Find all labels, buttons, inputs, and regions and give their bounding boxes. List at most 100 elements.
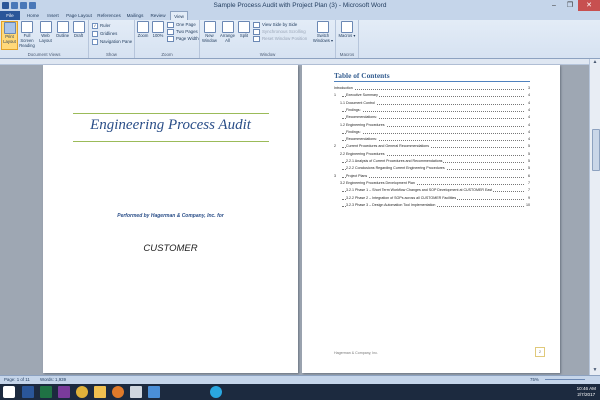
toc-entry[interactable]: Introduction 3 — [302, 85, 560, 91]
toc-heading: Table of Contents — [334, 71, 390, 80]
toc-heading-rule — [334, 81, 530, 82]
zoom-button[interactable]: Zoom — [136, 21, 150, 48]
one-page-button[interactable]: One Page — [167, 22, 196, 28]
draft-button[interactable]: Draft — [71, 21, 86, 48]
tab-references[interactable]: References — [96, 11, 122, 20]
show-group: ✓ Ruler Gridlines Navigation Pane Show — [89, 20, 135, 58]
toc-entry-page: 5 — [524, 158, 530, 164]
two-pages-button[interactable]: Two Pages — [167, 29, 198, 35]
two-pages-label: Two Pages — [176, 29, 198, 35]
explorer-icon[interactable] — [94, 386, 106, 398]
view-side-by-side-button[interactable]: View Side by Side — [253, 22, 297, 28]
full-screen-reading-button[interactable]: Full Screen Reading — [18, 21, 36, 48]
toc-entry[interactable]: Recommendations: 4 — [302, 136, 560, 143]
tab-view[interactable]: View — [170, 11, 188, 20]
toc-entry[interactable]: 3.2.2 Phase 2 – Integration of SOPs acro… — [302, 194, 560, 201]
tab-file[interactable]: File — [0, 11, 20, 20]
switch-windows-icon — [317, 21, 329, 33]
zoom-100-button[interactable]: 100% — [151, 21, 165, 48]
word-icon[interactable] — [22, 386, 34, 398]
toc-entry[interactable]: 3.2.1 Phase 1 – Short Term Workflow Chan… — [302, 187, 560, 194]
word-count-status[interactable]: Words: 1,939 — [40, 376, 66, 384]
toc-entry[interactable]: Findings: 4 — [302, 128, 560, 135]
title-bar: Sample Process Audit with Project Plan (… — [0, 0, 600, 11]
gridlines-checkbox[interactable]: Gridlines — [92, 31, 117, 37]
split-button[interactable]: Split — [237, 21, 251, 48]
tab-mailings[interactable]: Mailings — [124, 11, 146, 20]
toc-entry[interactable]: 3.2 Engineering Procedures Development P… — [302, 179, 560, 186]
tab-insert[interactable]: Insert — [44, 11, 62, 20]
tab-home[interactable]: Home — [24, 11, 42, 20]
document-workspace: Engineering Process Audit Performed by H… — [0, 65, 590, 375]
page-1[interactable]: Engineering Process Audit Performed by H… — [43, 65, 298, 373]
minimize-button[interactable]: – — [546, 0, 562, 11]
page-2[interactable]: Table of Contents Introduction 3 1 Executiv… — [302, 65, 560, 373]
toc-entry[interactable]: 1 Executive Summary 4 — [302, 92, 560, 99]
scroll-down-arrow-icon[interactable]: ▼ — [590, 367, 600, 375]
scroll-up-arrow-icon[interactable]: ▲ — [590, 59, 600, 67]
one-page-label: One Page — [176, 22, 196, 28]
toc-entry[interactable]: Findings: 4 — [302, 106, 560, 113]
macros-button[interactable]: Macros ▾ — [338, 21, 356, 48]
toc-entry[interactable]: 2.2 Engineering Procedures 5 — [302, 150, 560, 157]
group-label: Document Views — [27, 52, 61, 57]
scroll-thumb[interactable] — [592, 129, 600, 171]
start-icon[interactable] — [3, 386, 15, 398]
toc-entry[interactable]: 3.2.3 Phase 3 – Design Automation Tool I… — [302, 201, 560, 208]
toc-entry[interactable]: 1.2 Engineering Procedures 4 — [302, 121, 560, 128]
macros-icon — [341, 21, 353, 33]
toc-entry-page: 9 — [524, 194, 530, 201]
window-group: New Window Arrange All Split View Side b… — [200, 20, 336, 58]
toc-entry[interactable]: 3 Project Plans 6 — [302, 172, 560, 179]
toc-entry[interactable]: 2.2.2 Conclusions Regarding Current Engi… — [302, 165, 560, 172]
toc-entry-page: 7 — [524, 187, 530, 194]
tab-review[interactable]: Review — [148, 11, 168, 20]
footer-page-number: 2 — [535, 347, 545, 357]
toc-entry[interactable]: 1.1 Document Control 4 — [302, 99, 560, 106]
close-button[interactable]: ✕ — [578, 0, 600, 11]
switch-windows-button[interactable]: Switch Windows ▾ — [312, 21, 334, 48]
toc-entry[interactable]: Recommendations: 4 — [302, 114, 560, 121]
chrome-icon[interactable] — [76, 386, 88, 398]
toc-entry-page: 4 — [524, 128, 530, 135]
zoom-level[interactable]: 75% — [530, 376, 539, 384]
zoom-slider[interactable] — [545, 379, 585, 380]
zoom-100-icon — [152, 21, 164, 33]
onenote-icon[interactable] — [58, 386, 70, 398]
window-title: Sample Process Audit with Project Plan (… — [213, 2, 387, 9]
toc-entry-text: Findings: — [346, 106, 362, 113]
outline-button[interactable]: Outline — [55, 21, 70, 48]
paint-icon[interactable] — [148, 386, 160, 398]
system-clock[interactable]: 10:46 AM 2/7/2017 — [577, 386, 596, 397]
ruler-checkbox[interactable]: ✓ Ruler — [92, 23, 111, 29]
synchronous-scrolling-button[interactable]: Synchronous Scrolling — [253, 29, 306, 35]
skype-icon[interactable] — [210, 386, 222, 398]
excel-icon[interactable] — [40, 386, 52, 398]
toc-entry[interactable]: 2.2.1 Analysis of Current Procedures and… — [302, 158, 560, 164]
toc-entry-number: 2 — [334, 143, 337, 150]
vertical-scrollbar[interactable]: ▲ ▼ — [589, 59, 600, 375]
ribbon-tabs: File Home Insert Page Layout References … — [0, 11, 600, 20]
status-bar: Page: 1 of 11 Words: 1,939 75% — [0, 375, 600, 384]
customer-text: CUSTOMER — [143, 243, 198, 254]
print-layout-button[interactable]: Print Layout — [1, 21, 18, 50]
synchronous-scrolling-label: Synchronous Scrolling — [262, 29, 306, 35]
new-window-button[interactable]: New Window — [201, 21, 218, 48]
toc-entry-text: 3.2.3 Phase 3 – Design Automation Tool I… — [346, 201, 437, 208]
page-width-button[interactable]: Page Width — [167, 36, 199, 42]
page-count-status[interactable]: Page: 1 of 11 — [4, 376, 30, 384]
toc-entry-text: Recommendations: — [346, 136, 378, 143]
reset-window-position-button[interactable]: Reset Window Position — [253, 36, 307, 42]
toc-entry-page: 3 — [524, 85, 530, 91]
toc-entry[interactable]: 2 Current Procedures and General Recommen… — [302, 143, 560, 150]
navigation-pane-checkbox[interactable]: Navigation Pane — [92, 39, 132, 45]
toc-entry-number: 1 — [334, 92, 337, 99]
arrange-all-button[interactable]: Arrange All — [219, 21, 236, 48]
tab-page-layout[interactable]: Page Layout — [64, 11, 94, 20]
firefox-icon[interactable] — [112, 386, 124, 398]
web-layout-button[interactable]: Web Layout — [38, 21, 53, 48]
maximize-button[interactable]: ❐ — [562, 0, 578, 11]
outline-icon — [56, 21, 69, 33]
toc-entry-text: Findings: — [346, 128, 362, 135]
notepad-icon[interactable] — [130, 386, 142, 398]
